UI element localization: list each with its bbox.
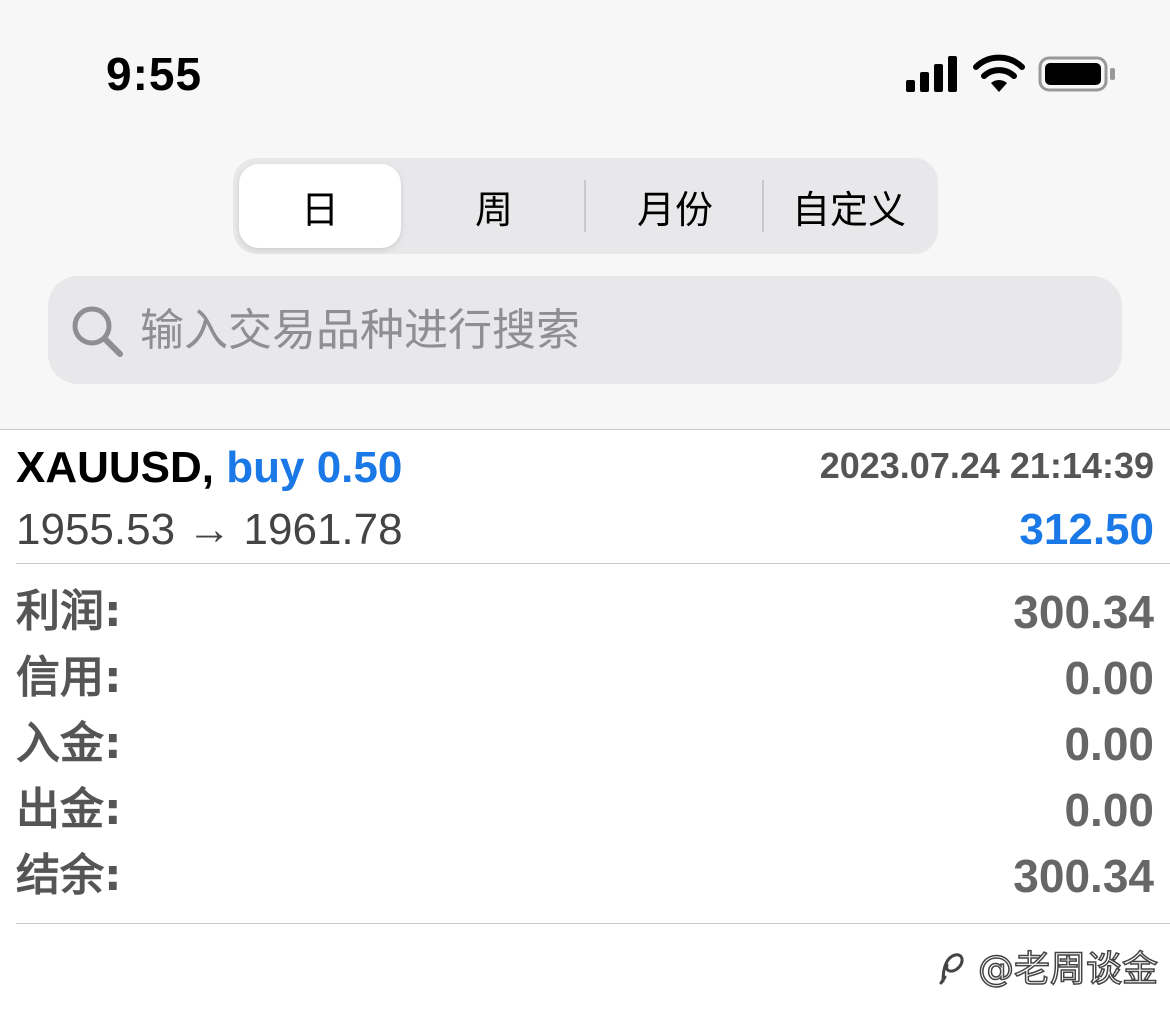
trade-prices: 1955.53 → 1961.78 [16,502,403,558]
segment-divider [762,180,764,232]
trade-symbol: XAUUSD, [16,443,215,492]
divider [16,923,1170,924]
summary-value: 0.00 [1064,718,1154,770]
battery-icon [1038,56,1115,92]
header-area: 9:55 日 周 月份 自定义 输入交易品种进行搜索 [0,0,1170,430]
search-bar[interactable] [48,276,1122,384]
summary-label: 信用: [16,652,122,703]
status-icons [900,54,1120,94]
weibo-logo-icon [939,953,964,985]
signal-icon [906,56,957,92]
summary-label: 入金: [16,718,122,769]
close-price: 1961.78 [243,505,403,554]
summary-label: 利润: [16,586,122,637]
arrow-icon: → [187,505,232,554]
summary-row-profit: 利润: 300.34 [16,580,1154,646]
summary-row-balance: 结余: 300.34 [16,844,1154,910]
segment-custom[interactable]: 自定义 [765,164,933,248]
summary-value: 0.00 [1064,652,1154,704]
trade-datetime: 2023.07.24 21:14:39 [819,445,1154,486]
trade-record[interactable]: XAUUSD, buy 0.50 2023.07.24 21:14:39 195… [0,430,1170,1030]
trade-direction: buy 0.50 [226,443,403,492]
summary-list: 利润: 300.34 信用: 0.00 入金: 0.00 出金: 0.00 结余… [16,580,1154,910]
summary-value: 0.00 [1064,784,1154,836]
period-segmented-control: 日 周 月份 自定义 [233,158,938,254]
summary-label: 出金: [16,784,122,835]
summary-value: 300.34 [1013,850,1154,902]
segment-divider [584,180,586,232]
watermark-text: @老周谈金 [977,948,1159,991]
watermark: @老周谈金 [937,947,1159,992]
summary-label: 结余: [16,850,122,901]
summary-row-withdrawal: 出金: 0.00 [16,778,1154,844]
segment-week[interactable]: 周 [405,164,583,248]
summary-row-deposit: 入金: 0.00 [16,712,1154,778]
search-icon [72,306,123,357]
summary-value: 300.34 [1013,586,1154,638]
trade-profit: 312.50 [1019,505,1154,554]
open-price: 1955.53 [16,505,176,554]
history-screen: 9:55 日 周 月份 自定义 输入交易品种进行搜索 XAUUSD, buy 0… [0,0,1170,1030]
wifi-icon [973,54,1025,92]
segment-day[interactable]: 日 [239,164,401,248]
search-input[interactable] [140,298,1080,362]
status-time: 9:55 [106,48,203,100]
summary-row-credit: 信用: 0.00 [16,646,1154,712]
divider [16,563,1170,564]
segment-month[interactable]: 月份 [587,164,763,248]
trade-header: XAUUSD, buy 0.50 [16,440,402,496]
